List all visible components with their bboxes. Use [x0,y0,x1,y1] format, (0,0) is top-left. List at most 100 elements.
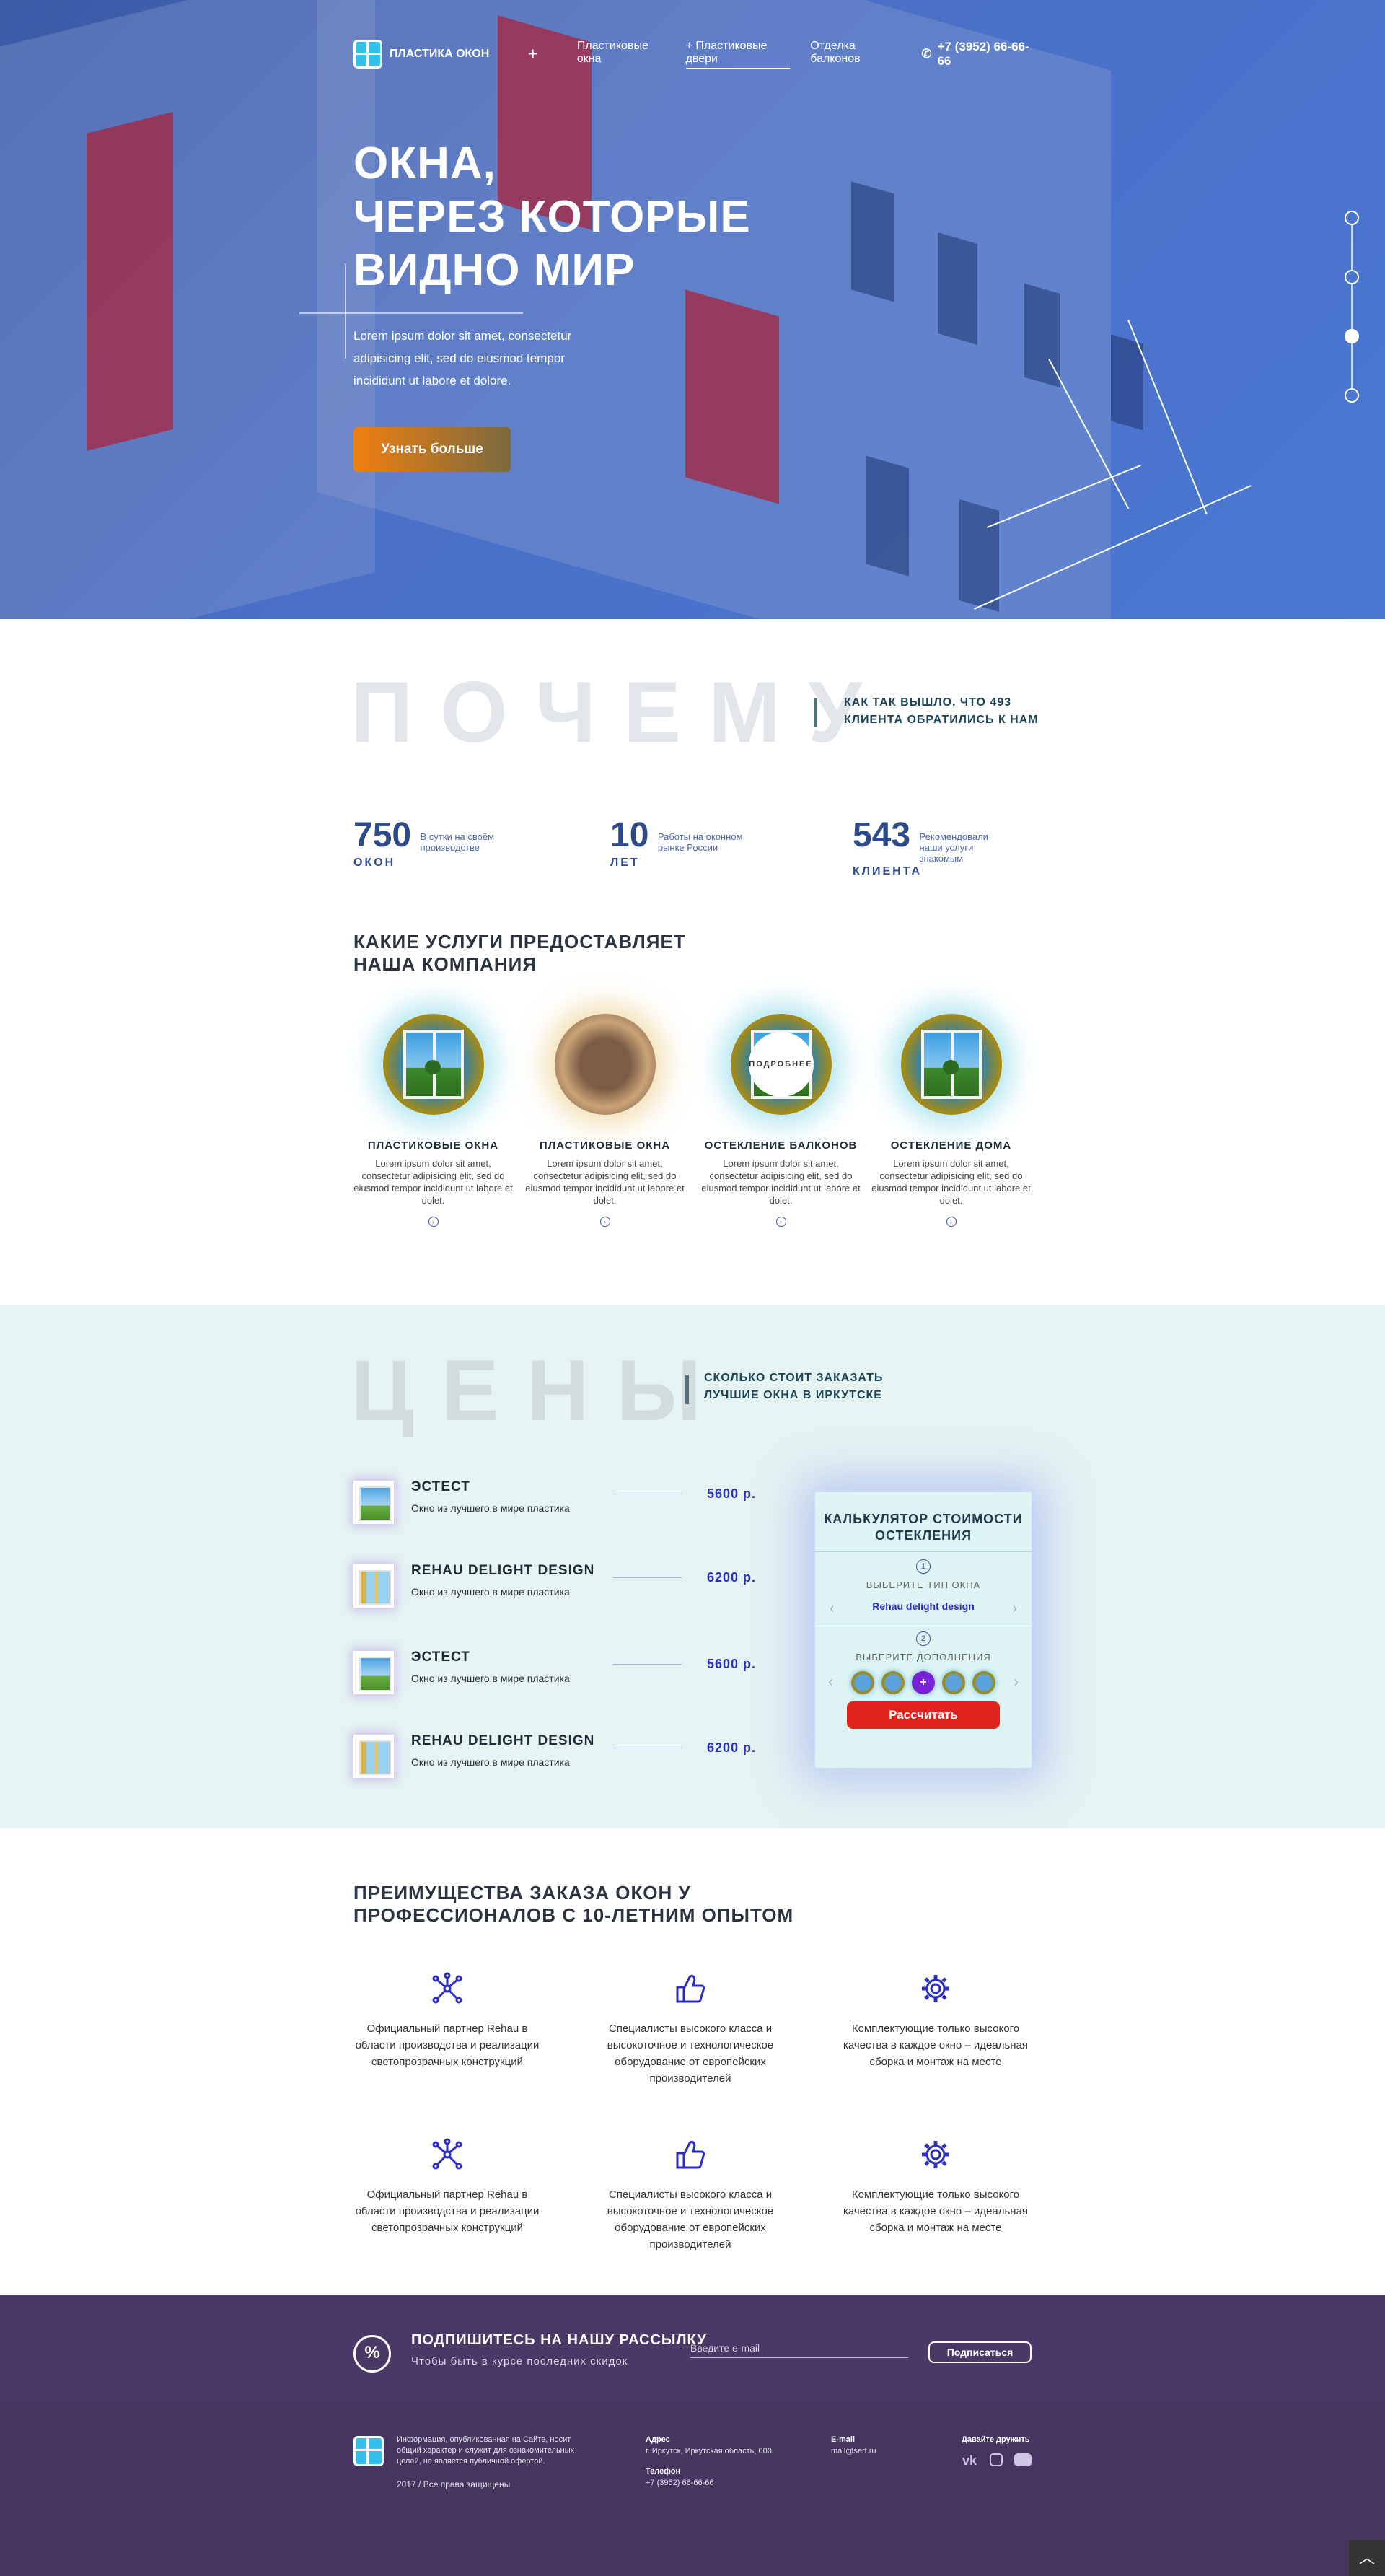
more-overlay[interactable]: ПОДРОБНЕЕ [748,1032,814,1097]
product-name: REHAU DELIGHT DESIGN [411,1563,595,1578]
service-title: ПЛАСТИКОВЫЕ ОКНА [367,1139,499,1152]
calculator-title: КАЛЬКУЛЯТОР СТОИМОСТИ ОСТЕКЛЕНИЯ [815,1511,1032,1544]
price-row[interactable]: REHAU DELIGHT DESIGN Окно из лучшего в м… [353,1732,757,1782]
why-subtitle-line: КЛИЕНТА ОБРАТИЛИСЬ К НАМ [844,714,1039,726]
logo[interactable]: ПЛАСТИКА ОКОН [353,40,491,69]
slider-dot-connector [1351,284,1353,329]
email-input[interactable] [690,2338,908,2358]
slider-dot[interactable] [1345,270,1359,284]
product-description: Окно из лучшего в мире пластика [411,1673,570,1684]
hero-decor-line [299,312,523,314]
slider-dot[interactable] [1345,388,1359,403]
service-image [382,1014,484,1115]
service-card[interactable]: ПЛАСТИКОВЫЕ ОКНА Lorem ipsum dolor sit a… [352,1014,514,1227]
window-type-selector[interactable]: ‹ Rehau delight design › [815,1600,1032,1616]
site-header: ПЛАСТИКА ОКОН + Пластиковые окна + Пласт… [353,40,1032,69]
service-card[interactable]: ПЛАСТИКОВЫЕ ОКНА Lorem ipsum dolor sit a… [524,1014,686,1227]
stat-note: В сутки на своём производстве [420,831,495,853]
service-description: Lorem ipsum dolor sit amet, consectetur … [871,1158,1031,1206]
hero-lead: Lorem ipsum dolor sit amet, consectetur … [353,329,572,387]
advantage-text: Специалисты высокого класса и высокоточн… [607,2023,774,2085]
slider-dot[interactable] [1345,211,1359,225]
hero-title-line: ОКНА, [353,139,496,188]
gear-icon [918,1971,953,2006]
arrow-right-icon[interactable]: › [428,1217,439,1227]
extra-option[interactable] [881,1671,905,1694]
gear-icon [918,2137,953,2172]
chevron-right-icon[interactable]: › [1012,1600,1017,1617]
subscribe-title: ПОДПИШИТЕСЬ НА НАШУ РАССЫЛКУ [411,2332,707,2348]
advantage-text: Комплектующие только высокого качества в… [843,2189,1029,2234]
stat-label: ОКОН [353,857,396,869]
hero-title-line: ВИДНО МИР [353,245,636,295]
stat-years: 10 Работы на оконном рынке России ЛЕТ [610,815,752,880]
price-row[interactable]: REHAU DELIGHT DESIGN Окно из лучшего в м… [353,1561,757,1612]
network-icon [430,1971,465,2006]
vk-icon[interactable]: vk [962,2453,977,2468]
service-image [554,1014,656,1115]
stat-note: Рекомендовали наши услуги знакомым [919,831,988,864]
service-card[interactable]: ОСТЕКЛЕНИЕ ДОМА Lorem ipsum dolor sit am… [870,1014,1032,1227]
extra-option[interactable] [972,1671,995,1694]
youtube-icon[interactable] [1014,2453,1032,2466]
extra-option-selected[interactable]: + [912,1671,935,1694]
footer-info: Информация, опубликованная на Сайте, нос… [397,2435,575,2466]
product-price: 5600 р. [707,1486,757,1501]
service-description: Lorem ipsum dolor sit amet, consectetur … [701,1158,861,1206]
advantage-text: Специалисты высокого класса и высокоточн… [607,2189,774,2251]
red-panel [685,289,779,504]
extra-option[interactable] [851,1671,874,1694]
calculator-title-line: ОСТЕКЛЕНИЯ [874,1528,972,1543]
product-thumbnail [353,1481,394,1524]
hero-section: ПЛАСТИКА ОКОН + Пластиковые окна + Пласт… [0,0,1385,619]
subscribe-button[interactable]: Подписаться [928,2341,1032,2363]
prices-subtitle-line: СКОЛЬКО СТОИТ ЗАКАЗАТЬ [704,1372,884,1384]
slider-dot-active[interactable] [1345,329,1359,343]
main-nav: Пластиковые окна + Пластиковые двери Отд… [577,40,898,69]
nav-item-windows[interactable]: Пластиковые окна [577,40,666,69]
product-description: Окно из лучшего в мире пластика [411,1502,570,1514]
product-price: 6200 р. [707,1740,757,1755]
hero-title: ОКНА, ЧЕРЕЗ КОТОРЫЕ ВИДНО МИР [353,137,751,297]
arrow-right-icon[interactable]: › [599,1217,610,1227]
step-number: 2 [916,1631,931,1646]
site-footer [0,2401,1385,2576]
chevron-left-icon[interactable]: ‹ [830,1600,835,1617]
service-card[interactable]: ПОДРОБНЕЕ ОСТЕКЛЕНИЕ БАЛКОНОВ Lorem ipsu… [700,1014,862,1227]
email-label: E-mail [831,2435,856,2444]
footer-phone[interactable]: +7 (3952) 66-66-66 [646,2478,713,2489]
nav-item-doors[interactable]: + Пластиковые двери [685,40,791,69]
advantages-title-line: ПРОФЕССИОНАЛОВ С 10-ЛЕТНИМ ОПЫТОМ [353,1904,794,1926]
prices-big-word: ЦЕНЫ [351,1342,729,1439]
menu-plus-icon[interactable]: + [528,45,537,63]
advantages-title-line: ПРЕИМУЩЕСТВА ЗАКАЗА ОКОН У [353,1882,691,1903]
price-row[interactable]: ЭСТЕСТ Окно из лучшего в мире пластика 5… [353,1648,757,1699]
footer-email[interactable]: mail@sert.ru [831,2446,876,2457]
arrow-right-icon[interactable]: › [775,1217,786,1227]
why-subtitle-line: КАК ТАК ВЫШЛО, ЧТО 493 [844,696,1012,709]
extra-option[interactable] [942,1671,965,1694]
product-description: Окно из лучшего в мире пластика [411,1756,570,1768]
prices-subtitle-line: ЛУЧШИЕ ОКНА В ИРКУТСКЕ [704,1389,882,1401]
price-row[interactable]: ЭСТЕСТ Окно из лучшего в мире пластика 5… [353,1478,757,1528]
footer-logo-icon[interactable] [353,2436,384,2466]
chevron-left-icon[interactable]: ‹ [828,1674,833,1691]
learn-more-button[interactable]: Узнать больше [353,427,511,472]
service-description: Lorem ipsum dolor sit amet, consectetur … [353,1158,513,1206]
chevron-right-icon[interactable]: › [1014,1674,1019,1691]
nav-item-balconies[interactable]: Отделка балконов [810,40,898,69]
stat-note: Работы на оконном рынке России [657,831,743,853]
footer-copyright: 2017 / Все права защищены [397,2479,511,2489]
stat-windows: 750 В сутки на своём производстве ОКОН [353,815,514,880]
calculate-button[interactable]: Рассчитать [847,1701,1000,1729]
instagram-icon[interactable] [990,2453,1003,2466]
advantage-text: Официальный партнер Rehau в области прои… [355,2189,540,2234]
advantage-item: Специалисты высокого класса и высокоточн… [593,2137,788,2253]
slider-dots [1345,211,1359,403]
header-phone[interactable]: ✆ +7 (3952) 66-66-66 [921,40,1032,69]
service-title: ПЛАСТИКОВЫЕ ОКНА [539,1139,671,1152]
thumbs-up-icon [673,2137,708,2172]
scroll-to-top-button[interactable]: ︿ [1349,2540,1385,2576]
product-name: REHAU DELIGHT DESIGN [411,1733,595,1748]
arrow-right-icon[interactable]: › [946,1217,957,1227]
